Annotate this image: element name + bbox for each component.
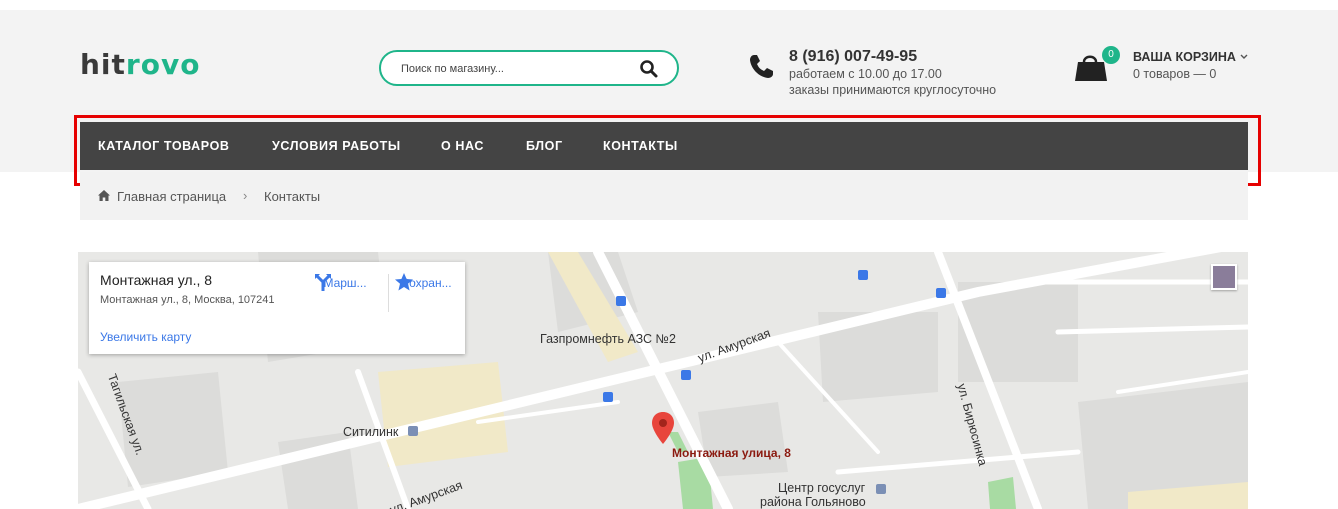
logo-prefix: hit [80, 48, 126, 81]
card-divider [388, 274, 389, 312]
directions-icon [315, 274, 331, 291]
search-input[interactable] [401, 60, 631, 78]
search-box [379, 50, 679, 86]
shop-icon [408, 426, 418, 436]
map-card-title: Монтажная ул., 8 [100, 272, 213, 288]
search-icon[interactable] [639, 59, 659, 79]
cart-summary: 0 товаров — 0 [1133, 67, 1217, 81]
map-info-card: Монтажная ул., 8 Монтажная ул., 8, Москв… [89, 262, 465, 354]
chevron-down-icon[interactable] [1239, 52, 1249, 62]
breadcrumb: Главная страница › Контакты [80, 172, 1248, 220]
breadcrumb-home[interactable]: Главная страница [117, 189, 226, 204]
government-icon [876, 484, 886, 494]
home-icon [98, 190, 110, 201]
map-label-citilink: Ситилинк [343, 425, 399, 439]
star-icon [395, 273, 413, 291]
map-label-marker: Монтажная улица, 8 [672, 446, 791, 460]
breadcrumb-separator: › [243, 188, 248, 203]
map-card-address: Монтажная ул., 8, Москва, 107241 [100, 294, 275, 306]
phone-number[interactable]: 8 (916) 007-49-95 [789, 48, 917, 66]
map-pin-icon[interactable] [652, 412, 674, 448]
bus-stop-icon [858, 270, 868, 280]
map-label-gosuslugi-1: Центр госуслуг [778, 481, 866, 495]
bus-stop-icon [936, 288, 946, 298]
map-label-gosuslugi-2: района Гольяново [760, 495, 866, 509]
phone-icon [750, 55, 773, 78]
route-button[interactable]: Марш... [313, 272, 377, 291]
working-hours: работаем с 10.00 до 17.00 [789, 67, 942, 81]
bus-stop-icon [681, 370, 691, 380]
cart-count-badge: 0 [1102, 46, 1120, 64]
logo-suffix: rovo [125, 48, 201, 81]
orders-note: заказы принимаются круглосуточно [789, 83, 997, 97]
map[interactable]: Газпромнефть АЗС №2 ул. Амурская ул. Аму… [78, 252, 1248, 509]
breadcrumb-current: Контакты [264, 189, 321, 204]
save-button[interactable]: Сохран... [394, 272, 458, 291]
map-label-gas-station: Газпромнефть АЗС №2 [540, 332, 676, 346]
bus-stop-icon [603, 392, 613, 402]
logo[interactable]: hitrovo [80, 48, 200, 81]
enlarge-map-link[interactable]: Увеличить карту [100, 330, 191, 344]
bus-stop-icon [616, 296, 626, 306]
cart-title[interactable]: ВАША КОРЗИНА [1133, 50, 1236, 64]
avatar[interactable] [1211, 264, 1237, 290]
